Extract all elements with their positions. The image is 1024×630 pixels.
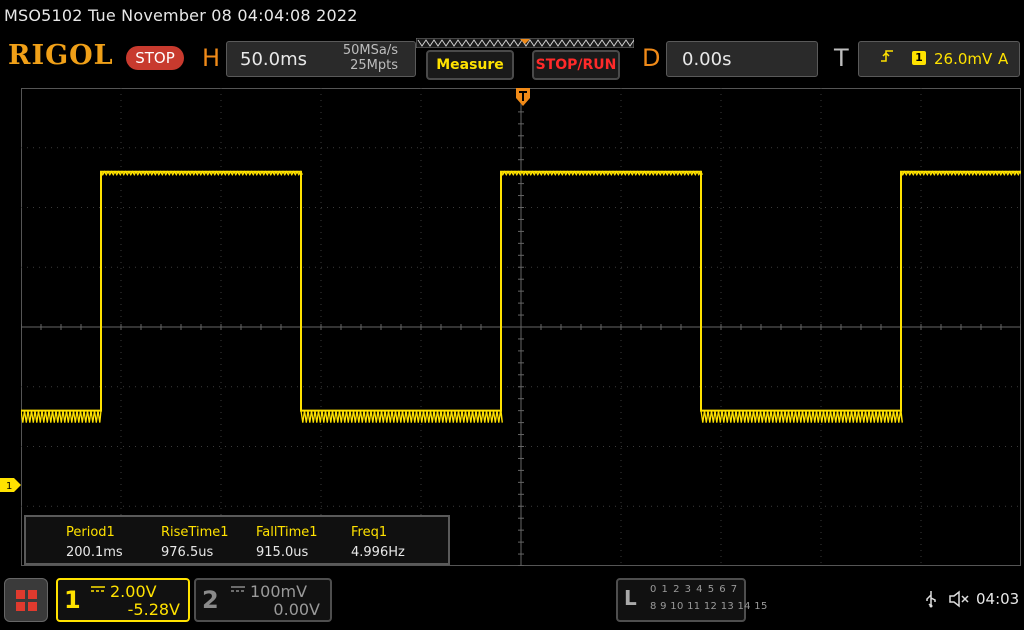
trigger-position-strip [416, 38, 634, 48]
rigol-logo: RIGOL [8, 40, 114, 71]
trigger-level: 26.0mV [934, 50, 993, 68]
delay-value: 0.00s [682, 49, 732, 70]
grid-lines [21, 88, 1021, 566]
ch1-noise-segment [300, 410, 503, 423]
ch2-number: 2 [202, 586, 219, 614]
timebase-value: 50.0ms [240, 49, 307, 70]
sample-info: 50MSa/s 25Mpts [332, 43, 398, 73]
meas-header-freq: Freq1 [351, 525, 388, 540]
trigger-mode: A [998, 50, 1009, 68]
sample-rate: 50MSa/s [342, 43, 398, 58]
ch1-number: 1 [64, 586, 81, 614]
usb-icon [924, 590, 938, 612]
dc-coupling-icon [230, 584, 246, 597]
ch2-scale: 100mV [250, 582, 308, 601]
waveform-grid[interactable] [21, 88, 1021, 566]
logic-channels-row1: 0 1 2 3 4 5 6 7 [650, 584, 739, 595]
ch1-scale: 2.00V [110, 582, 157, 601]
rising-edge-icon [880, 49, 894, 67]
ch1-noise-segment [21, 410, 102, 423]
run-state-badge[interactable]: STOP [126, 46, 184, 70]
horizontal-label[interactable]: H [202, 44, 220, 72]
meas-header-period: Period1 [66, 525, 115, 540]
meas-value-freq: 4.996Hz [351, 545, 405, 560]
logic-analyzer-label: L [624, 586, 637, 610]
menu-grid-icon [16, 590, 37, 611]
memory-depth: 25Mpts [350, 58, 398, 73]
ch1-noise-segment [700, 410, 903, 423]
ch1-marker-label: 1 [6, 481, 12, 492]
system-clock: 04:03 [976, 590, 1020, 608]
trigger-position-marker[interactable] [516, 88, 530, 110]
measurement-table[interactable]: Period1 RiseTime1 FallTime1 Freq1 200.1m… [24, 515, 450, 565]
ch1-noise-segment [900, 170, 1021, 176]
meas-header-risetime: RiseTime1 [161, 525, 229, 540]
meas-value-period: 200.1ms [66, 545, 123, 560]
stop-run-button[interactable]: STOP/RUN [532, 50, 620, 80]
delay-label[interactable]: D [642, 44, 660, 72]
meas-header-falltime: FallTime1 [256, 525, 318, 540]
meas-value-risetime: 976.5us [161, 545, 214, 560]
menu-button[interactable] [4, 578, 48, 622]
speaker-muted-icon[interactable] [948, 590, 970, 612]
measure-button[interactable]: Measure [426, 50, 514, 80]
trigger-label[interactable]: T [834, 44, 849, 72]
model-datetime: MSO5102 Tue November 08 04:04:08 2022 [4, 6, 358, 25]
meas-value-falltime: 915.0us [256, 545, 309, 560]
dc-coupling-icon [90, 584, 106, 597]
trigger-source-badge: 1 [912, 51, 926, 65]
ch2-offset: 0.00V [273, 600, 320, 619]
ch1-offset-marker[interactable]: 1 [0, 477, 22, 493]
ch1-offset: -5.28V [127, 600, 180, 619]
logic-channels-row2: 8 9 10 11 12 13 14 15 [650, 601, 768, 612]
